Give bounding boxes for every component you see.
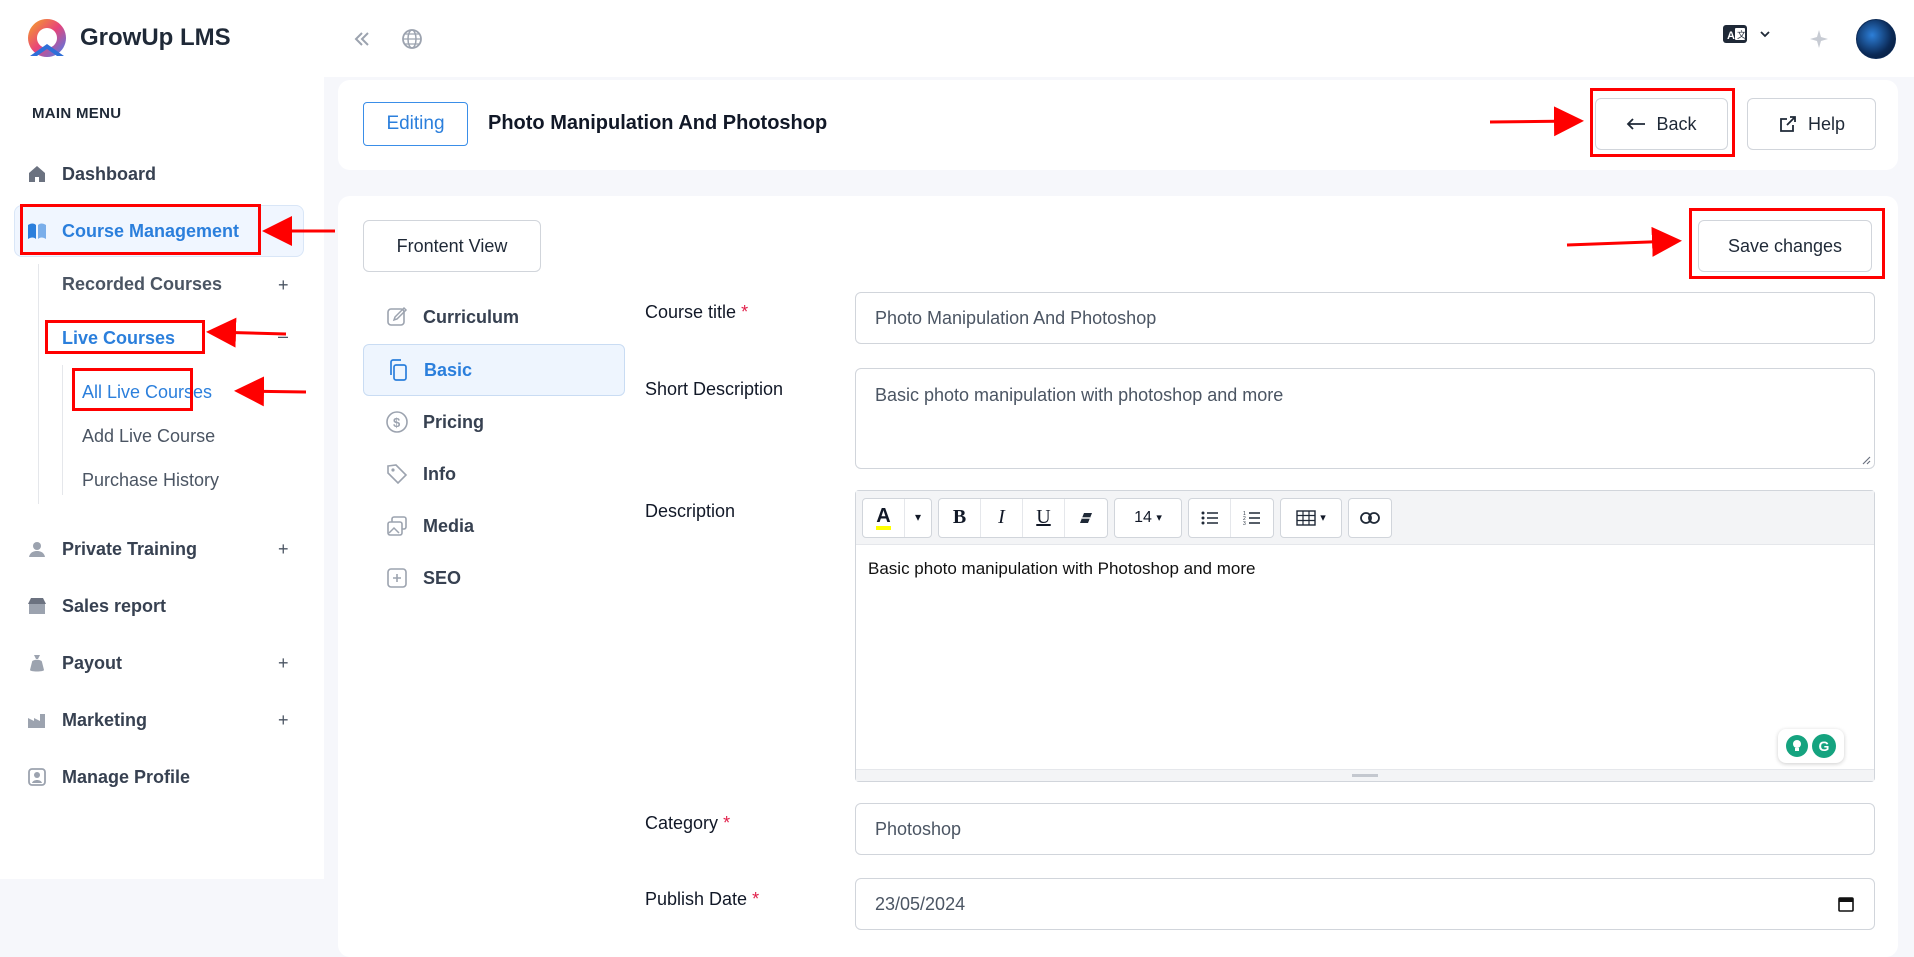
arrow-to-back	[1489, 106, 1584, 137]
arrow-to-save	[1566, 226, 1682, 257]
arrow-to-live-courses	[206, 317, 287, 348]
arrow-to-all-live-courses	[234, 376, 307, 407]
annotation-arrows	[206, 106, 1682, 407]
